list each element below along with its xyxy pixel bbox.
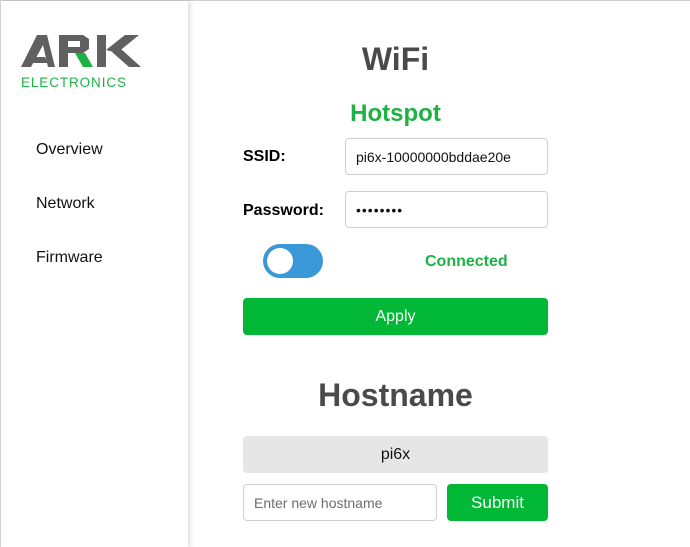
- toggle-knob: [267, 248, 293, 274]
- ark-electronics-logo: ELECTRONICS: [21, 35, 143, 93]
- hostname-title: Hostname: [318, 377, 473, 413]
- main-content: WiFi Hotspot SSID: Password: Connected A…: [188, 1, 690, 547]
- hotspot-toggle[interactable]: [263, 244, 323, 278]
- ark-wordmark-logo-mark: [21, 35, 141, 67]
- ssid-label: SSID:: [243, 148, 286, 165]
- password-input[interactable]: [345, 191, 548, 228]
- sidebar-item-overview[interactable]: Overview: [36, 140, 103, 160]
- sidebar: ELECTRONICS Overview Network Firmware: [1, 1, 188, 547]
- wifi-title: WiFi: [361, 41, 430, 77]
- apply-button[interactable]: Apply: [243, 298, 548, 335]
- sidebar-item-firmware[interactable]: Firmware: [36, 248, 103, 268]
- current-hostname: pi6x: [243, 436, 548, 473]
- submit-button[interactable]: Submit: [447, 484, 548, 521]
- sidebar-item-network[interactable]: Network: [36, 194, 95, 214]
- ssid-input[interactable]: [345, 138, 548, 175]
- password-label: Password:: [243, 202, 324, 219]
- logo-subtitle: ELECTRONICS: [21, 75, 127, 90]
- hotspot-subtitle: Hotspot: [350, 100, 441, 127]
- connection-status: Connected: [425, 253, 508, 270]
- new-hostname-input[interactable]: [243, 484, 437, 521]
